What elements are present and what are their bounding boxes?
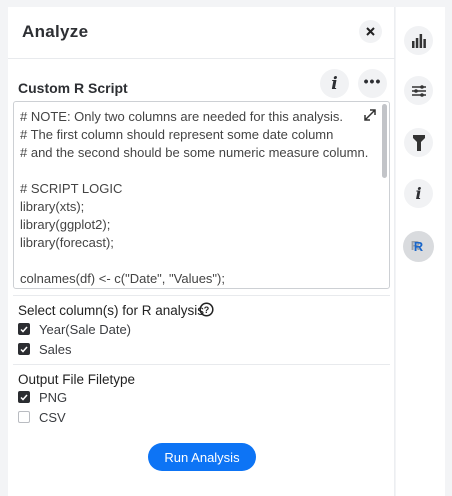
expand-icon[interactable] [363,108,377,122]
divider [13,295,390,296]
svg-text:?: ? [204,305,210,315]
divider [8,58,395,59]
rail-filter-button[interactable] [404,128,433,157]
divider [13,364,390,365]
checkbox-label: PNG [39,390,68,405]
info-icon: i [331,73,338,94]
close-icon [366,27,375,36]
right-rail: i R [396,7,445,496]
script-editor[interactable]: # NOTE: Only two columns are needed for … [13,101,390,289]
check-icon [20,346,28,353]
columns-title: Select column(s) for R analysis [18,303,205,318]
checkbox-label: CSV [39,410,66,425]
script-title: Custom R Script [18,80,128,96]
checkbox-year-sale-date[interactable] [18,323,30,335]
settings-icon [411,84,426,97]
checkbox-label: Year(Sale Date) [39,322,132,337]
chart-icon [411,33,426,48]
rail-settings-button[interactable] [404,76,433,105]
checkbox-label: Sales [39,342,72,357]
info-button[interactable]: i [320,69,349,98]
info-icon: i [415,184,422,203]
checkbox-sales[interactable] [18,343,30,355]
output-title: Output File Filetype [18,372,136,387]
r-icon: R [413,239,424,254]
filter-icon [412,134,425,151]
script-code[interactable]: # NOTE: Only two columns are needed for … [14,102,389,288]
close-button[interactable] [359,20,382,43]
more-icon: ••• [363,72,382,89]
check-icon [20,394,28,401]
more-button[interactable]: ••• [358,69,387,98]
panel-title: Analyze [22,22,89,41]
scrollbar[interactable] [382,104,387,178]
rail-chart-button[interactable] [404,26,433,55]
help-icon[interactable]: ? [199,302,214,317]
check-icon [20,326,28,333]
checkbox-csv[interactable] [18,411,30,423]
rail-info-button[interactable]: i [404,179,433,208]
analyze-panel: Analyze Custom R Script i ••• # NOTE: On… [8,7,395,496]
rail-r-button[interactable]: R [403,231,434,262]
run-analysis-button[interactable]: Run Analysis [148,443,256,471]
checkbox-png[interactable] [18,391,30,403]
